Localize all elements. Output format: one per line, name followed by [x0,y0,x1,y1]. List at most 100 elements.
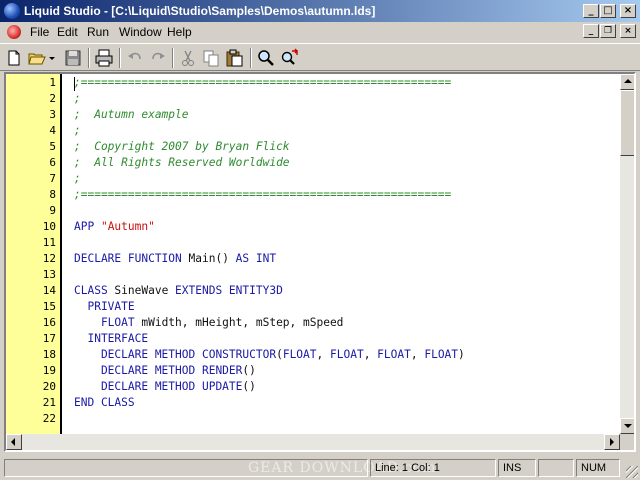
code-comment: ; Copyright 2007 by Bryan Flick [74,140,290,153]
close-button[interactable]: × [620,4,636,18]
maximize-button[interactable]: □ [600,4,616,18]
code-comment: ; [74,124,81,137]
menu-window[interactable]: Window [119,25,162,39]
window-title: Liquid Studio - [C:\Liquid\Studio\Sample… [24,4,376,18]
line-number: 9 [49,204,56,217]
line-number: 5 [49,140,56,153]
code-editor[interactable]: 1 2 3 4 5 6 7 8 9 10 11 12 13 14 15 16 17 18 19 20 21 22 ;===… [4,72,636,452]
undo-icon[interactable] [125,48,145,68]
scroll-down-button[interactable] [620,418,634,434]
resize-grip[interactable] [626,466,638,478]
scrollbar-corner [620,434,634,450]
line-number: 17 [42,332,56,345]
line-number: 12 [42,252,56,265]
status-panel-blank [538,459,574,477]
menu-bar: File Edit Run Window Help [0,22,640,42]
line-number: 14 [42,284,56,297]
title-bar[interactable]: Liquid Studio - [C:\Liquid\Studio\Sample… [0,0,640,22]
cut-icon[interactable] [178,48,198,68]
dropdown-arrow-icon[interactable] [47,48,57,68]
code-identifier: () [242,380,256,393]
code-line[interactable]: FLOAT mWidth, mHeight, mStep, mSpeed [74,316,344,329]
code-line[interactable]: DECLARE METHOD UPDATE() [74,380,256,393]
toolbar-separator [88,48,90,68]
code-identifier: mWidth, mHeight, mStep, mSpeed [141,316,344,329]
code-line[interactable]: DECLARE METHOD RENDER() [74,364,256,377]
line-number: 4 [49,124,56,137]
code-line[interactable]: PRIVATE [74,300,135,313]
chevron-right-icon [610,438,614,446]
new-file-icon[interactable] [4,48,24,68]
insert-mode: INS [498,459,536,477]
doc-restore-button[interactable]: ❐ [600,24,616,38]
print-icon[interactable] [94,48,114,68]
redo-icon[interactable] [148,48,168,68]
code-comment: ; All Rights Reserved Worldwide [74,156,290,169]
code-line[interactable]: DECLARE METHOD CONSTRUCTOR(FLOAT, FLOAT,… [74,348,465,361]
code-keyword: CLASS [74,284,115,297]
numlock-indicator: NUM [576,459,620,477]
vertical-scrollbar[interactable] [620,74,634,434]
minimize-button[interactable]: _ [583,4,599,18]
code-comment: ;=======================================… [74,76,452,89]
menu-help[interactable]: Help [167,25,192,39]
cursor-position: Line: 1 Col: 1 [370,459,496,477]
menu-edit[interactable]: Edit [57,25,78,39]
code-keyword: FLOAT [74,316,142,329]
app-logo-icon[interactable] [4,3,20,19]
code-keyword: EXTENDS ENTITY3D [175,284,283,297]
scroll-right-button[interactable] [604,434,620,450]
code-line[interactable]: ;=======================================… [74,76,451,89]
code-line[interactable]: APP "Autumn" [74,220,155,233]
code-keyword: DECLARE FUNCTION [74,252,189,265]
find-replace-icon[interactable] [279,48,299,68]
code-identifier: , [363,348,378,361]
line-number: 22 [42,412,56,425]
code-keyword: INTERFACE [74,332,149,345]
copy-icon[interactable] [201,48,221,68]
status-bar: GEAR DOWNLOAD.com Line: 1 Col: 1 INS NUM [0,456,640,480]
menu-file[interactable]: File [30,25,49,39]
code-comment: ; Autumn example [74,108,189,121]
document-menu-icon[interactable] [7,25,21,39]
code-keyword: PRIVATE [74,300,135,313]
code-line[interactable]: ; All Rights Reserved Worldwide [74,156,290,169]
paste-icon[interactable] [224,48,244,68]
line-number: 2 [49,92,56,105]
vertical-scroll-thumb[interactable] [620,90,634,156]
code-line[interactable]: ; [74,172,81,185]
code-line[interactable]: DECLARE FUNCTION Main() AS INT [74,252,276,265]
save-icon[interactable] [63,48,83,68]
line-number: 21 [42,396,56,409]
scroll-left-button[interactable] [6,434,22,450]
code-line[interactable]: ; Copyright 2007 by Bryan Flick [74,140,290,153]
code-identifier: , [410,348,425,361]
line-number: 1 [49,76,56,89]
doc-close-button[interactable]: × [620,24,636,38]
chevron-left-icon [11,438,15,446]
code-keyword: DECLARE METHOD RENDER [74,364,243,377]
line-number: 3 [49,108,56,121]
code-line[interactable]: END CLASS [74,396,135,409]
menu-run[interactable]: Run [87,25,109,39]
line-number: 8 [49,188,56,201]
code-line[interactable]: ; Autumn example [74,108,189,121]
scroll-up-button[interactable] [620,74,634,90]
find-icon[interactable] [256,48,276,68]
open-folder-icon[interactable] [27,48,47,68]
code-line[interactable]: INTERFACE [74,332,148,345]
code-area[interactable]: ;=======================================… [64,74,620,434]
code-comment: ;=======================================… [74,188,452,201]
code-line[interactable]: CLASS SineWave EXTENDS ENTITY3D [74,284,283,297]
code-keyword: APP [74,220,101,233]
line-number: 16 [42,316,56,329]
line-number: 20 [42,380,56,393]
horizontal-scrollbar[interactable] [6,434,620,450]
code-keyword: FLOAT [282,348,317,361]
line-number: 15 [42,300,56,313]
code-line[interactable]: ;=======================================… [74,188,451,201]
doc-minimize-button[interactable]: _ [583,24,599,38]
code-line[interactable]: ; [74,92,81,105]
code-line[interactable]: ; [74,124,81,137]
code-keyword: DECLARE METHOD UPDATE [74,380,243,393]
